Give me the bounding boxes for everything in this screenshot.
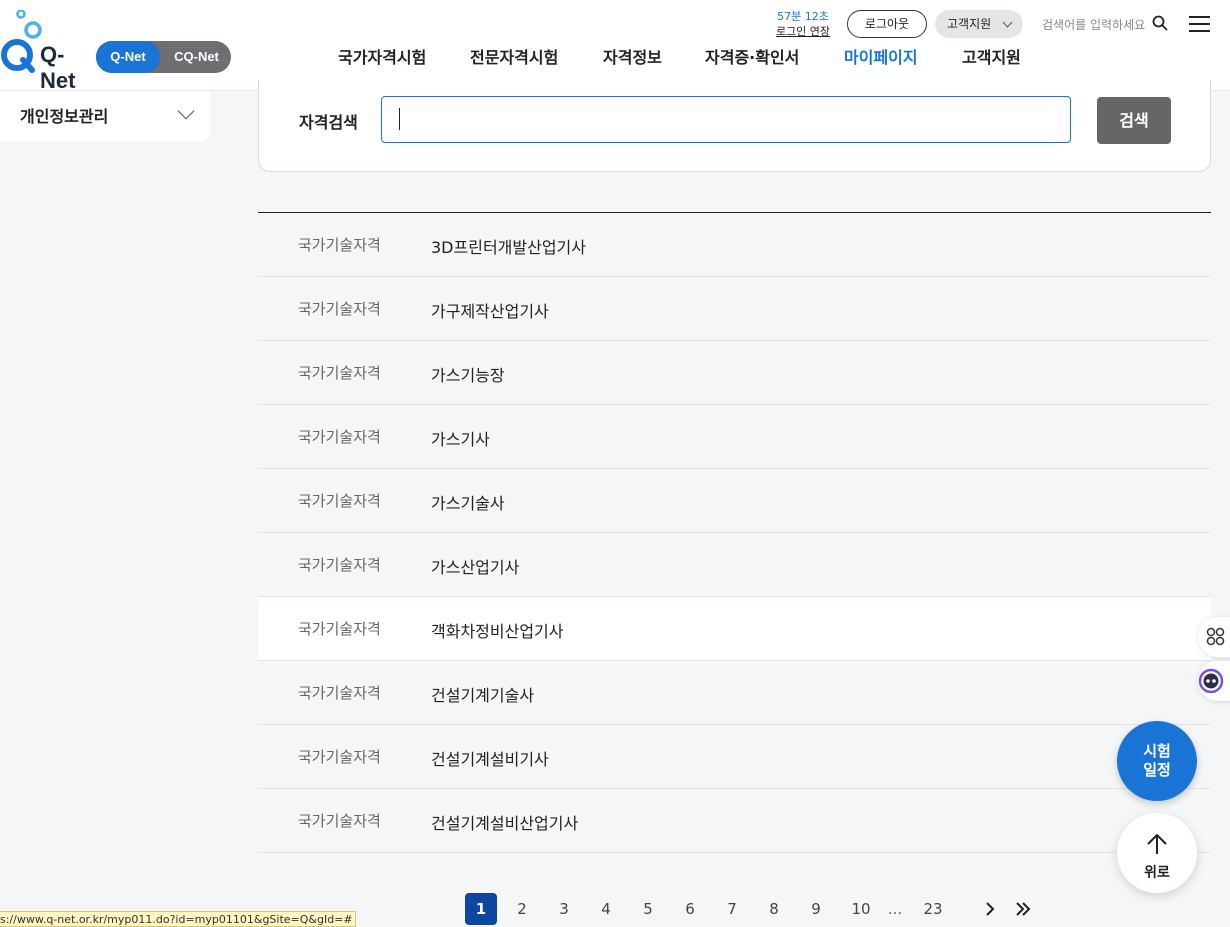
row-category: 국가기술자격 <box>298 684 381 702</box>
row-qualification-name[interactable]: 가스기술사 <box>431 490 505 514</box>
status-url-bar: s://www.q-net.or.kr/myp011.do?id=myp0110… <box>0 911 356 927</box>
page-button[interactable]: 4 <box>590 893 622 925</box>
schedule-label-2: 일정 <box>1143 761 1171 779</box>
table-row[interactable]: 국가기술자격 건설기계설비산업기사 <box>258 789 1211 853</box>
qnet-logo[interactable]: Q-Net <box>0 9 92 93</box>
results-table: 국가기술자격 3D프린터개발산업기사 국가기술자격 가구제작산업기사 국가기술자격 가… <box>258 212 1211 853</box>
search-label: 자격검색 <box>299 113 358 132</box>
row-category: 국가기술자격 <box>298 492 381 510</box>
row-category: 국가기술자격 <box>298 620 381 638</box>
scroll-top-label: 위로 <box>1144 865 1170 881</box>
quick-menu-button[interactable] <box>1198 617 1230 657</box>
site-switcher: Q-Net CQ-Net <box>96 41 231 73</box>
table-row[interactable]: 국가기술자격 객화차정비산업기사 <box>258 597 1211 661</box>
table-row[interactable]: 국가기술자격 가스기사 <box>258 405 1211 469</box>
session-extend-link[interactable]: 로그인 연장 <box>770 24 836 39</box>
row-qualification-name[interactable]: 3D프린터개발산업기사 <box>431 234 586 258</box>
session-timer: 57분 12초 로그인 연장 <box>770 9 836 39</box>
row-qualification-name[interactable]: 가스산업기사 <box>431 554 519 578</box>
session-time: 57분 12초 <box>777 10 829 23</box>
double-chevron-right-icon[interactable] <box>1007 893 1039 925</box>
row-qualification-name[interactable]: 가스기사 <box>431 426 490 450</box>
arrow-up-icon <box>1147 833 1167 854</box>
row-category: 국가기술자격 <box>298 812 381 830</box>
table-row[interactable]: 국가기술자격 건설기계설비기사 <box>258 725 1211 789</box>
sidebar-item-privacy[interactable]: 개인정보관리 <box>0 91 210 141</box>
row-qualification-name[interactable]: 가스기능장 <box>431 362 505 386</box>
chatbot-button[interactable] <box>1198 661 1230 701</box>
row-category: 국가기술자격 <box>298 748 381 766</box>
scroll-top-button[interactable]: 위로 <box>1117 813 1197 893</box>
logo-text: Q-Net <box>40 42 76 93</box>
header-search-input[interactable]: 검색어를 입력하세요 <box>1042 16 1145 33</box>
page-button[interactable]: 1 <box>465 893 497 925</box>
table-row[interactable]: 국가기술자격 가스기술사 <box>258 469 1211 533</box>
page-button[interactable]: 6 <box>674 893 706 925</box>
chevron-down-icon <box>177 102 195 120</box>
site-header: Q-Net Q-Net CQ-Net 57분 12초 로그인 연장 로그아웃 고… <box>0 0 1230 93</box>
row-qualification-name[interactable]: 객화차정비산업기사 <box>431 618 563 642</box>
qualification-search-input[interactable] <box>381 96 1071 143</box>
row-qualification-name[interactable]: 가구제작산업기사 <box>431 298 549 322</box>
row-category: 국가기술자격 <box>298 556 381 574</box>
row-category: 국가기술자격 <box>298 428 381 446</box>
support-label: 고객지원 <box>947 17 992 31</box>
page-button[interactable]: 2 <box>506 893 538 925</box>
logout-button[interactable]: 로그아웃 <box>847 10 927 38</box>
page-button[interactable]: 10 <box>845 893 877 925</box>
tab-cqnet[interactable]: CQ-Net <box>162 41 231 73</box>
table-row[interactable]: 국가기술자격 가구제작산업기사 <box>258 277 1211 341</box>
row-qualification-name[interactable]: 건설기계설비산업기사 <box>431 810 578 834</box>
page-button[interactable]: 9 <box>800 893 832 925</box>
table-row[interactable]: 국가기술자격 가스기능장 <box>258 341 1211 405</box>
chatbot-icon <box>1198 668 1224 694</box>
chevron-down-icon <box>1002 17 1013 28</box>
tab-qnet[interactable]: Q-Net <box>96 41 160 73</box>
hamburger-menu-icon[interactable] <box>1189 15 1211 33</box>
table-row[interactable]: 국가기술자격 3D프린터개발산업기사 <box>258 213 1211 277</box>
row-qualification-name[interactable]: 건설기계기술사 <box>431 682 534 706</box>
chevron-right-icon[interactable] <box>974 893 1006 925</box>
schedule-label-1: 시험 <box>1143 742 1171 760</box>
row-category: 국가기술자격 <box>298 364 381 382</box>
apps-grid-icon <box>1206 627 1225 646</box>
exam-schedule-button[interactable]: 시험 일정 <box>1117 721 1197 801</box>
page-button[interactable]: 5 <box>632 893 664 925</box>
text-cursor <box>399 108 400 130</box>
search-button[interactable]: 검색 <box>1097 97 1171 144</box>
page-button[interactable]: 3 <box>548 893 580 925</box>
search-icon[interactable] <box>1152 15 1168 31</box>
row-qualification-name[interactable]: 건설기계설비기사 <box>431 746 549 770</box>
support-dropdown[interactable]: 고객지원 <box>935 10 1023 38</box>
table-row[interactable]: 국가기술자격 가스산업기사 <box>258 533 1211 597</box>
sidebar-item-label: 개인정보관리 <box>20 107 109 126</box>
page-button[interactable]: 8 <box>758 893 790 925</box>
page-button[interactable]: 7 <box>716 893 748 925</box>
page-button-last[interactable]: 23 <box>917 893 949 925</box>
page-ellipsis: ... <box>887 900 903 918</box>
row-category: 국가기술자격 <box>298 236 381 254</box>
qualification-search-panel: 자격검색 검색 <box>258 80 1211 172</box>
row-category: 국가기술자격 <box>298 300 381 318</box>
table-row[interactable]: 국가기술자격 건설기계기술사 <box>258 661 1211 725</box>
